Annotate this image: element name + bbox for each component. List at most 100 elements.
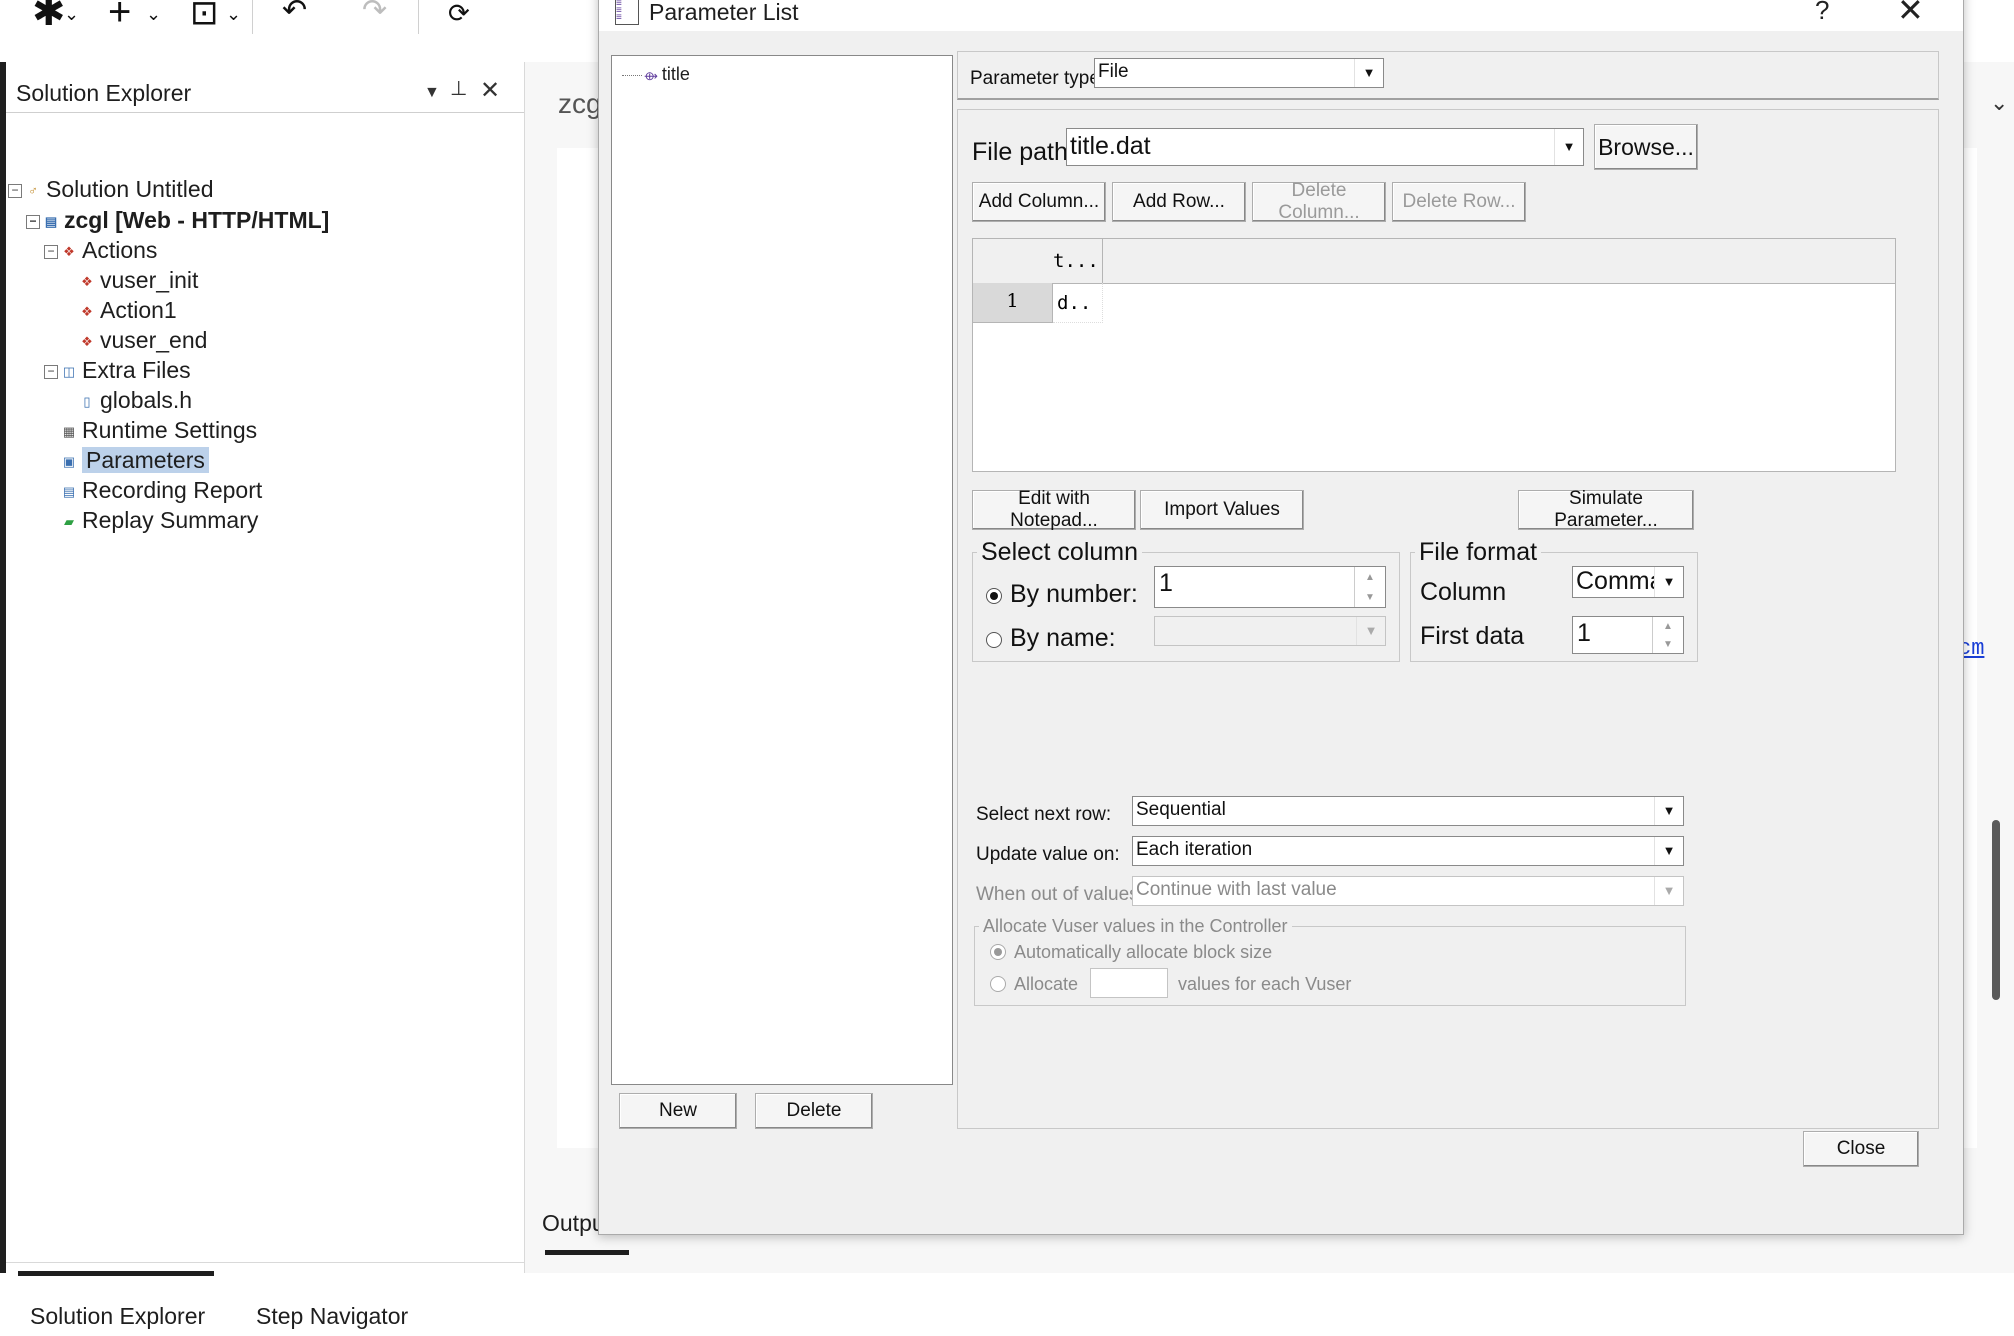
asterisk-menu-icon[interactable]: ✱ [32, 0, 66, 32]
first-data-label: First data [1420, 622, 1525, 650]
save-icon[interactable]: ⊡ [190, 0, 219, 30]
close-icon[interactable]: ✕ [1897, 0, 1924, 29]
when-out-of-values-label: When out of values: [976, 884, 1144, 905]
first-data-spinner[interactable]: 1 ▲ ▼ [1572, 616, 1684, 654]
tree-label: Actions [82, 237, 158, 263]
values-for-each-vuser-label: values for each Vuser [1178, 974, 1352, 994]
by-name-radio[interactable] [986, 632, 1002, 648]
pin-icon[interactable]: ⊥ [450, 76, 467, 101]
auto-allocate-radio [990, 944, 1006, 960]
browse-button[interactable]: Browse... [1594, 124, 1698, 170]
collapse-icon[interactable]: − [26, 214, 40, 229]
dropdown-arrow-icon[interactable]: ▼ [1654, 797, 1683, 825]
chevron-down-icon[interactable]: ⌄ [226, 4, 241, 25]
tree-item-vuser-end[interactable]: ❖ vuser_end [80, 325, 207, 355]
tree-item-solution[interactable]: − ♂ Solution Untitled [8, 174, 214, 204]
tree-item-vuser-init[interactable]: ❖ vuser_init [80, 265, 198, 295]
output-tab[interactable]: Outpu [542, 1210, 605, 1237]
file-icon: ▯ [83, 393, 91, 409]
tree-item-actions[interactable]: − ❖ Actions [44, 235, 157, 265]
tree-item-replay-summary[interactable]: ▰ Replay Summary [62, 505, 258, 535]
tree-item-parameters[interactable]: ▣ Parameters [62, 445, 209, 475]
delete-button[interactable]: Delete [755, 1093, 873, 1129]
expand-chevron-icon[interactable]: ⌄ [1990, 90, 2008, 116]
add-row-button[interactable]: Add Row... [1112, 182, 1246, 222]
file-path-combo[interactable]: title.dat ▼ [1066, 128, 1584, 166]
chevron-down-icon[interactable]: ⌄ [146, 4, 161, 25]
report-icon: ▤ [62, 483, 76, 499]
spin-down-icon[interactable]: ▼ [1354, 587, 1385, 607]
simulate-parameter-button[interactable]: Simulate Parameter... [1518, 488, 1694, 531]
action-icon: ❖ [81, 333, 93, 349]
refresh-icon[interactable]: ⟳ [448, 0, 470, 26]
pane-title: Solution Explorer [16, 80, 192, 106]
dropdown-arrow-icon[interactable]: ▼ [1354, 59, 1383, 87]
parameter-data-grid[interactable]: t... 1 d.. [972, 238, 1896, 472]
tree-item-extra-files[interactable]: − ◫ Extra Files [44, 355, 191, 385]
parameter-type-select[interactable]: File ▼ [1094, 58, 1384, 88]
group-legend: Select column [981, 538, 1139, 566]
undo-icon[interactable]: ↶ [282, 0, 307, 26]
by-number-label: By number: [1010, 580, 1138, 608]
select-next-row-select[interactable]: Sequential ▼ [1132, 796, 1684, 826]
group-legend: File format [1419, 538, 1538, 566]
script-icon: ▤ [44, 213, 58, 229]
bottom-tab-bar: Solution Explorer Step Navigator [6, 1262, 524, 1336]
add-column-button[interactable]: Add Column... [972, 182, 1106, 222]
close-icon[interactable]: ✕ [480, 76, 500, 105]
by-number-radio[interactable] [986, 588, 1002, 604]
add-icon[interactable]: + [108, 0, 131, 32]
spin-up-icon[interactable]: ▲ [1354, 567, 1385, 588]
tree-item-runtime-settings[interactable]: ▦ Runtime Settings [62, 415, 257, 445]
toolbar-separator [418, 0, 419, 34]
collapse-icon[interactable]: − [44, 364, 58, 379]
tree-item-script[interactable]: − ▤ zcgl [Web - HTTP/HTML] [26, 205, 329, 235]
select-next-row-label: Select next row: [976, 804, 1112, 825]
allocate-radio [990, 976, 1006, 992]
import-values-button[interactable]: Import Values [1140, 490, 1304, 530]
dropdown-icon[interactable]: ▼ [424, 84, 440, 102]
dropdown-arrow-icon[interactable]: ▼ [1654, 837, 1683, 865]
grid-cell[interactable]: d.. [1053, 283, 1103, 323]
parameter-name: title [661, 64, 690, 84]
active-tab-indicator [545, 1250, 629, 1255]
summary-icon: ▰ [64, 513, 74, 529]
dropdown-arrow-icon[interactable]: ▼ [1554, 129, 1583, 165]
collapse-icon[interactable]: − [44, 244, 58, 259]
spin-down-icon[interactable]: ▼ [1652, 635, 1683, 653]
edit-with-notepad-button[interactable]: Edit with Notepad... [972, 488, 1136, 531]
tree-item-action1[interactable]: ❖ Action1 [80, 295, 177, 325]
spin-up-icon[interactable]: ▲ [1652, 617, 1683, 636]
dialog-titlebar: ≡ ≡ ≡ Parameter List ? ✕ [599, 0, 1963, 31]
dropdown-arrow-icon: ▼ [1356, 617, 1385, 645]
editor-tab-title[interactable]: zcg [558, 88, 602, 120]
parameter-type-value: File [1098, 61, 1129, 82]
tree-item-recording-report[interactable]: ▤ Recording Report [62, 475, 262, 505]
column-delimiter-value: Comma [1576, 567, 1664, 595]
update-value-on-select[interactable]: Each iteration ▼ [1132, 836, 1684, 866]
grid-header: t... [973, 239, 1895, 284]
scrollbar-thumb[interactable] [1992, 820, 2000, 1000]
solution-icon: ♂ [28, 182, 38, 198]
tree-item-globals[interactable]: ▯ globals.h [80, 385, 192, 415]
when-out-of-values-value: Continue with last value [1136, 879, 1337, 900]
column-delimiter-select[interactable]: Comma ▼ [1572, 566, 1684, 598]
file-parameter-panel: File path: title.dat ▼ Browse... Add Col… [957, 109, 1939, 1129]
tree-label: zcgl [Web - HTTP/HTML] [64, 207, 330, 233]
auto-allocate-label: Automatically allocate block size [1014, 942, 1273, 962]
parameter-tree[interactable]: ⟴ title [611, 55, 953, 1085]
help-button[interactable]: ? [1815, 0, 1829, 26]
collapse-icon[interactable]: − [8, 183, 22, 198]
by-number-spinner[interactable]: 1 ▲ ▼ [1154, 566, 1386, 608]
dropdown-arrow-icon[interactable]: ▼ [1654, 567, 1683, 597]
tab-step-navigator[interactable]: Step Navigator [256, 1303, 408, 1330]
close-button[interactable]: Close [1803, 1131, 1919, 1167]
parameter-item-title[interactable]: ⟴ title [622, 64, 690, 85]
extra-files-icon: ◫ [62, 363, 76, 379]
grid-column-header[interactable]: t... [1053, 239, 1103, 283]
grid-row-header[interactable]: 1 [973, 283, 1053, 323]
tab-solution-explorer[interactable]: Solution Explorer [30, 1303, 205, 1330]
vertical-scrollbar[interactable] [1990, 180, 2002, 1120]
new-button[interactable]: New [619, 1093, 737, 1129]
chevron-down-icon[interactable]: ⌄ [64, 4, 79, 25]
